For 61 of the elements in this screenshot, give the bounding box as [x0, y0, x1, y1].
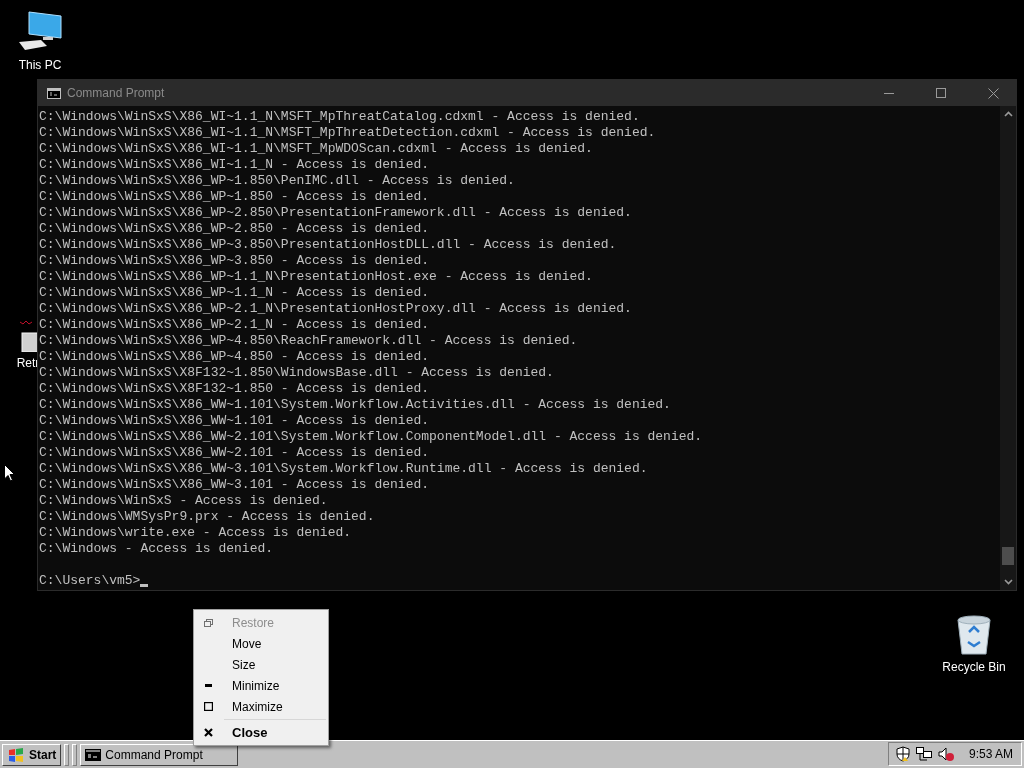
speaker-muted-icon[interactable] — [936, 746, 955, 762]
console-line: C:\Windows\WMSysPr9.prx - Access is denied. — [39, 509, 375, 525]
start-button[interactable]: Start — [2, 744, 62, 766]
menu-item[interactable]: Maximize — [194, 696, 328, 717]
clock[interactable]: 9:53 AM — [968, 747, 1013, 761]
scroll-down-icon — [1003, 579, 1013, 585]
console-line: C:\Windows\WinSxS\X86_WP~2.850 - Access is denied. — [39, 221, 430, 237]
console-line: C:\Windows\WinSxS\X86_WW~1.101\System.Workflow.Activities.dll - Access is denied. — [39, 397, 671, 413]
shield-icon[interactable] — [894, 746, 911, 762]
scrollbar[interactable] — [1000, 106, 1016, 590]
console-line: C:\Windows\WinSxS\X86_WP~2.1_N\PresentationHostProxy.dll - Access is denied. — [39, 301, 632, 317]
scrollbar-thumb[interactable] — [1002, 547, 1014, 565]
menu-item[interactable]: Minimize — [194, 675, 328, 696]
console-line: C:\Windows\write.exe - Access is denied. — [39, 525, 352, 541]
console-line: C:\Windows\WinSxS\X86_WP~4.850\ReachFramework.dll - Access is denied. — [39, 333, 578, 349]
console-app-icon — [85, 749, 102, 761]
close-icon — [203, 728, 213, 737]
close-icon — [987, 87, 999, 99]
console-line: C:\Windows\WinSxS\X86_WW~2.101\System.Workflow.ComponentModel.dll - Access is denied. — [39, 429, 703, 445]
console-app-icon — [47, 87, 61, 99]
console-line: C:\Windows\WinSxS\X86_WP~2.1_N - Access is denied. — [39, 317, 430, 333]
minimize-icon — [884, 92, 894, 94]
console-line: C:\Windows\WinSxS\X86_WI~1.1_N - Access is denied. — [39, 157, 430, 173]
console-line: C:\Windows\WinSxS\X86_WP~3.850\PresentationHostDLL.dll - Access is denied. — [39, 237, 617, 253]
text-cursor — [140, 584, 149, 587]
console-line: C:\Windows\WinSxS\X86_WW~3.101 - Access is denied. — [39, 477, 430, 493]
console-line: C:\Windows\WinSxS\X86_WP~2.850\PresentationFramework.dll - Access is denied. — [39, 205, 632, 221]
command-prompt[interactable]: C:\Users\vm5> — [39, 573, 141, 589]
console-line: C:\Windows\WinSxS\X86_WP~4.850 - Access is denied. — [39, 349, 430, 365]
console-line: C:\Windows\WinSxS\X86_WI~1.1_N\MSFT_MpThreatDetection.cdxml - Access is denied. — [39, 125, 656, 141]
mouse-pointer-icon — [4, 464, 15, 482]
console-line: C:\Windows - Access is denied. — [39, 541, 274, 557]
restore-icon — [203, 618, 213, 627]
console-line: C:\Windows\WinSxS\X86_WP~1.1_N\PresentationHost.exe - Access is denied. — [39, 269, 593, 285]
taskbar-button[interactable]: Command Prompt — [80, 744, 239, 766]
console-line: C:\Windows\WinSxS\X86_WP~3.850 - Access is denied. — [39, 253, 430, 269]
network-icon[interactable] — [914, 746, 933, 762]
console-line: C:\Windows\WinSxS\X86_WP~1.850\PenIMC.dll - Access is denied. — [39, 173, 515, 189]
console-line: C:\Windows\WinSxS\X86_WP~1.1_N - Access is denied. — [39, 285, 430, 301]
recycle-bin-icon — [954, 614, 994, 656]
console-line: C:\Windows\WinSxS - Access is denied. — [39, 493, 328, 509]
console-line: C:\Windows\WinSxS\X86_WP~1.850 - Access is denied. — [39, 189, 430, 205]
console-line: C:\Windows\WinSxS\X8F132~1.850\WindowsBase.dll - Access is denied. — [39, 365, 554, 381]
menu-item[interactable]: Move — [194, 633, 328, 654]
menu-item[interactable]: Close — [194, 722, 328, 743]
maximize-icon — [936, 88, 946, 98]
minimize-icon — [204, 684, 212, 687]
maximize-icon — [203, 702, 213, 711]
desktop-icon-label[interactable]: Recycle Bin — [942, 660, 1006, 674]
desktop-icon-label[interactable]: Retr — [16, 356, 40, 370]
console-line: C:\Windows\WinSxS\X86_WW~1.101 - Access is denied. — [39, 413, 430, 429]
window-title: Command Prompt — [67, 86, 166, 100]
console-line: C:\Windows\WinSxS\X8F132~1.850 - Access is denied. — [39, 381, 430, 397]
desktop-icon-label[interactable]: This PC — [18, 58, 62, 72]
menu-item[interactable]: Size — [194, 654, 328, 675]
console-line: C:\Windows\WinSxS\X86_WI~1.1_N\MSFT_MpWDOScan.cdxml - Access is denied. — [39, 141, 593, 157]
scroll-up-icon — [1003, 111, 1013, 117]
console-line: C:\Windows\WinSxS\X86_WI~1.1_N\MSFT_MpThreatCatalog.cdxml - Access is denied. — [39, 109, 640, 125]
console-line: C:\Windows\WinSxS\X86_WW~3.101\System.Workflow.Runtime.dll - Access is denied. — [39, 461, 648, 477]
windows-flag-icon — [7, 747, 25, 763]
console-line: C:\Windows\WinSxS\X86_WW~2.101 - Access is denied. — [39, 445, 430, 461]
